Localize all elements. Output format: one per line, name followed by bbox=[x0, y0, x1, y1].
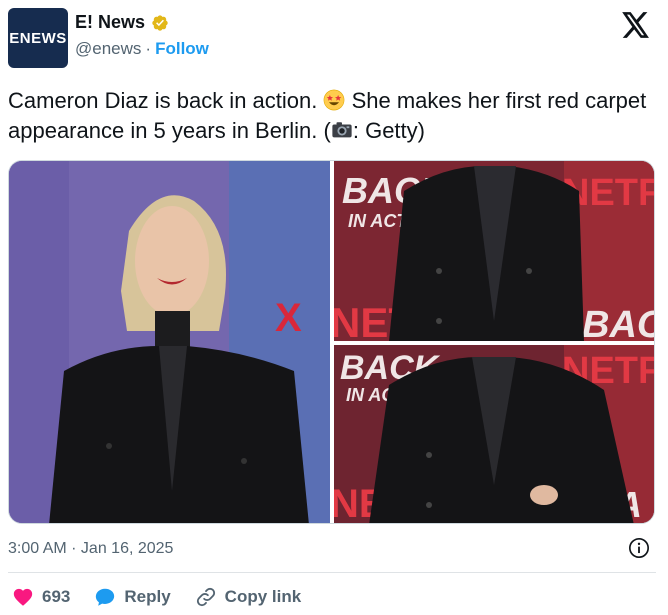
heart-icon bbox=[13, 588, 33, 606]
tweet-timestamp[interactable]: 3:00 AM · Jan 16, 2025 bbox=[8, 540, 173, 558]
photo-2-sign-sub: IN ACT bbox=[348, 211, 409, 231]
enews-logo: ENEWS bbox=[9, 29, 67, 47]
like-button[interactable]: 693 bbox=[12, 586, 70, 608]
handle-separator: · bbox=[145, 39, 152, 58]
copy-link-label: Copy link bbox=[224, 587, 302, 606]
reply-bubble-icon bbox=[96, 588, 115, 606]
author-header: E! News @enews · Follow bbox=[75, 12, 209, 59]
follow-button[interactable]: Follow bbox=[155, 39, 209, 59]
author-avatar[interactable]: ENEWS bbox=[8, 8, 68, 68]
photo-2[interactable]: BACK IN ACT NETF NET BAC bbox=[334, 161, 655, 341]
author-name[interactable]: E! News bbox=[75, 12, 145, 33]
camera-emoji-icon bbox=[332, 122, 352, 138]
link-icon bbox=[196, 587, 215, 607]
author-handle[interactable]: @enews bbox=[75, 39, 141, 59]
tweet-text-part1: Cameron Diaz is back in action. bbox=[8, 88, 324, 113]
tweet-text-part3: : Getty) bbox=[352, 118, 425, 143]
copy-link-button[interactable]: Copy link bbox=[195, 586, 302, 608]
star-struck-emoji-icon bbox=[324, 89, 345, 111]
photo-2-illustration: BACK IN ACT NETF NET BAC bbox=[334, 161, 655, 341]
photo-3[interactable]: BACK IN ACT NETF NET A bbox=[334, 345, 654, 523]
photo-1-illustration: X bbox=[9, 161, 330, 523]
photo-2-sign-bottom-right: BAC bbox=[582, 304, 655, 341]
media-grid[interactable]: X BACK IN ACT NETF NET BAC bbox=[8, 160, 655, 524]
verified-badge-icon bbox=[152, 14, 168, 31]
actions-divider bbox=[8, 572, 656, 573]
reply-label: Reply bbox=[124, 587, 171, 606]
like-count: 693 bbox=[42, 587, 71, 606]
tweet-actions: 693 Reply Copy link bbox=[12, 586, 301, 608]
photo-1[interactable]: X bbox=[9, 161, 330, 523]
x-logo-icon[interactable] bbox=[622, 12, 650, 38]
reply-button[interactable]: Reply bbox=[94, 586, 171, 608]
info-icon[interactable] bbox=[628, 537, 650, 559]
backdrop-sign-1: X bbox=[275, 296, 302, 340]
tweet-text: Cameron Diaz is back in action. She make… bbox=[8, 86, 658, 146]
photo-3-illustration: BACK IN ACT NETF NET A bbox=[334, 345, 654, 523]
